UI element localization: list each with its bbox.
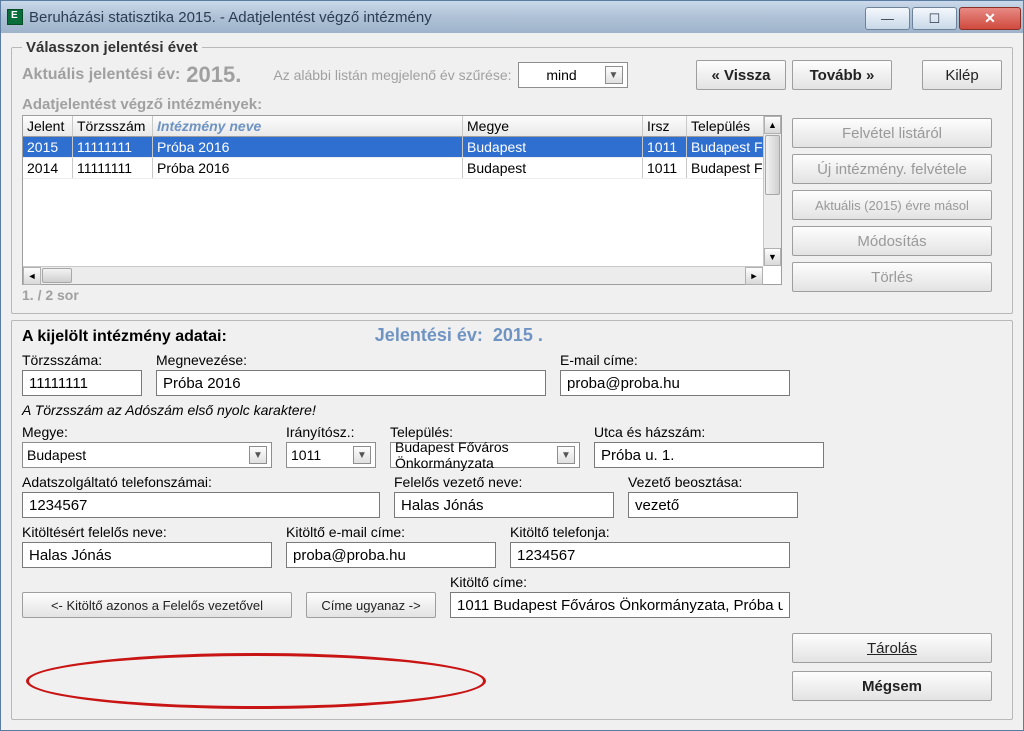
chevron-down-icon: ▼ — [605, 66, 623, 84]
irsz-label: Irányítósz.: — [286, 424, 376, 440]
app-window: Beruházási statisztika 2015. - Adatjelen… — [0, 0, 1024, 731]
institution-form: A kijelölt intézmény adatai: Jelentési é… — [11, 320, 1013, 720]
report-year-label: Jelentési év: 2015 . — [375, 325, 543, 346]
tel-input[interactable] — [22, 492, 380, 518]
titlebar: Beruházási statisztika 2015. - Adatjelen… — [1, 1, 1023, 33]
torzs-label: Törzsszáma: — [22, 352, 142, 368]
kitolt-input[interactable] — [22, 542, 272, 568]
year-select-group: Válasszon jelentési évet Aktuális jelent… — [11, 39, 1013, 314]
email-label: E-mail címe: — [560, 352, 790, 368]
row-count: 1. / 2 sor — [22, 287, 782, 303]
copy-to-year-button[interactable]: Aktuális (2015) évre másol — [792, 190, 992, 220]
table-row[interactable]: 2014 11111111 Próba 2016 Budapest 1011 B… — [23, 158, 781, 179]
current-year-value: 2015. — [186, 62, 241, 88]
same-address-button[interactable]: Címe ugyanaz -> — [306, 592, 436, 618]
maximize-icon: ☐ — [929, 11, 941, 27]
table-row[interactable]: 2015 11111111 Próba 2016 Budapest 1011 B… — [23, 137, 781, 158]
scroll-up-icon[interactable]: ▲ — [764, 116, 781, 134]
telepules-label: Település: — [390, 424, 580, 440]
grid-hscrollbar[interactable]: ◄ ► — [23, 266, 763, 284]
megnev-input[interactable] — [156, 370, 546, 396]
tel-label: Adatszolgáltató telefonszámai: — [22, 474, 380, 490]
grid-vscrollbar[interactable]: ▲ ▼ — [763, 116, 781, 266]
kcim-input[interactable] — [450, 592, 790, 618]
kemail-label: Kitöltő e-mail címe: — [286, 524, 496, 540]
irsz-dropdown[interactable]: 1011 ▼ — [286, 442, 376, 468]
beoszt-label: Vezető beosztása: — [628, 474, 798, 490]
chevron-down-icon: ▼ — [249, 446, 267, 464]
window-title: Beruházási statisztika 2015. - Adatjelen… — [29, 9, 432, 26]
add-from-list-button[interactable]: Felvétel listáról — [792, 118, 992, 148]
current-year-label: Aktuális jelentési év: — [22, 66, 180, 84]
col-irsz[interactable]: Irsz — [643, 116, 687, 137]
telepules-dropdown[interactable]: Budapest Főváros Önkormányzata ▼ — [390, 442, 580, 468]
ktel-label: Kitöltő telefonja: — [510, 524, 790, 540]
kemail-input[interactable] — [286, 542, 496, 568]
torzs-input[interactable] — [22, 370, 142, 396]
vezeto-label: Felelős vezető neve: — [394, 474, 614, 490]
kitolt-label: Kitöltésért felelős neve: — [22, 524, 272, 540]
torzs-hint: A Törzsszám az Adószám első nyolc karakt… — [22, 402, 1002, 418]
annotation-circle — [26, 653, 486, 709]
year-filter-dropdown[interactable]: mind ▼ — [518, 62, 628, 88]
col-intezmeny[interactable]: Intézmény neve — [153, 116, 463, 137]
ktel-input[interactable] — [510, 542, 790, 568]
email-input[interactable] — [560, 370, 790, 396]
grid-label: Adatjelentést végző intézmények: — [22, 96, 782, 113]
beoszt-input[interactable] — [628, 492, 798, 518]
scroll-down-icon[interactable]: ▼ — [764, 248, 781, 266]
minimize-icon: — — [881, 11, 894, 26]
institutions-grid[interactable]: Jelent Törzsszám Intézmény neve Megye Ir… — [22, 115, 782, 285]
megnev-label: Megnevezése: — [156, 352, 546, 368]
close-icon: ✕ — [984, 10, 996, 27]
chevron-down-icon: ▼ — [557, 446, 575, 464]
scroll-thumb[interactable] — [42, 268, 72, 283]
grid-header: Jelent Törzsszám Intézmény neve Megye Ir… — [23, 116, 781, 137]
maximize-button[interactable]: ☐ — [912, 7, 957, 30]
cancel-button[interactable]: Mégsem — [792, 671, 992, 701]
minimize-button[interactable]: — — [865, 7, 910, 30]
year-select-legend: Válasszon jelentési évet — [22, 39, 202, 56]
client-area: Válasszon jelentési évet Aktuális jelent… — [1, 33, 1023, 730]
save-button[interactable]: Tárolás — [792, 633, 992, 663]
new-institution-button[interactable]: Új intézmény. felvétele — [792, 154, 992, 184]
app-icon — [7, 9, 23, 25]
exit-button[interactable]: Kilép — [922, 60, 1002, 90]
back-button[interactable]: « Vissza — [696, 60, 786, 90]
utca-input[interactable] — [594, 442, 824, 468]
next-button[interactable]: Tovább » — [792, 60, 892, 90]
scroll-left-icon[interactable]: ◄ — [23, 267, 41, 285]
col-megye[interactable]: Megye — [463, 116, 643, 137]
chevron-down-icon: ▼ — [353, 446, 371, 464]
scroll-right-icon[interactable]: ► — [745, 267, 763, 285]
modify-button[interactable]: Módosítás — [792, 226, 992, 256]
vezeto-input[interactable] — [394, 492, 614, 518]
megye-label: Megye: — [22, 424, 272, 440]
delete-button[interactable]: Törlés — [792, 262, 992, 292]
scroll-thumb[interactable] — [765, 135, 780, 195]
megye-dropdown[interactable]: Budapest ▼ — [22, 442, 272, 468]
form-header: A kijelölt intézmény adatai: — [22, 328, 227, 346]
same-as-leader-button[interactable]: <- Kitöltő azonos a Felelős vezetővel — [22, 592, 292, 618]
col-jelent[interactable]: Jelent — [23, 116, 73, 137]
filter-label: Az alábbi listán megjelenő év szűrése: — [273, 67, 511, 83]
kcim-label: Kitöltő címe: — [450, 574, 790, 590]
utca-label: Utca és házszám: — [594, 424, 824, 440]
close-button[interactable]: ✕ — [959, 7, 1021, 30]
col-torzs[interactable]: Törzsszám — [73, 116, 153, 137]
year-filter-value: mind — [523, 67, 601, 83]
